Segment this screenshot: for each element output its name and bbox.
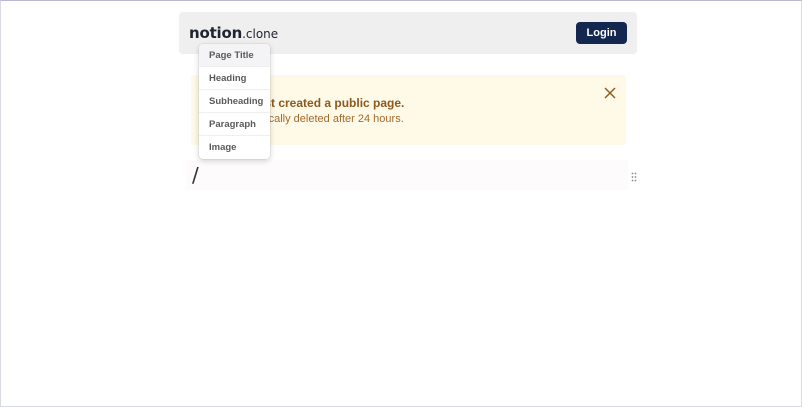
browser-frame [0,0,802,407]
logo-main: notion [189,24,243,42]
login-button[interactable]: Login [576,22,627,44]
menu-item-paragraph[interactable]: Paragraph [199,113,270,136]
notice-description: atically deleted after 24 hours. [257,113,404,125]
logo[interactable]: notion.clone [189,23,278,42]
close-icon[interactable] [603,86,617,100]
editor-block[interactable]: / [186,160,628,190]
menu-item-heading[interactable]: Heading [199,67,270,90]
block-type-menu: Page Title Heading Subheading Paragraph … [199,44,270,159]
drag-handle-icon[interactable] [631,172,637,182]
menu-item-image[interactable]: Image [199,136,270,159]
notice-title: ust created a public page. [257,96,405,110]
menu-item-subheading[interactable]: Subheading [199,90,270,113]
menu-item-page-title[interactable]: Page Title [199,44,270,67]
block-text[interactable]: / [192,163,199,187]
logo-sub: .clone [242,27,279,41]
